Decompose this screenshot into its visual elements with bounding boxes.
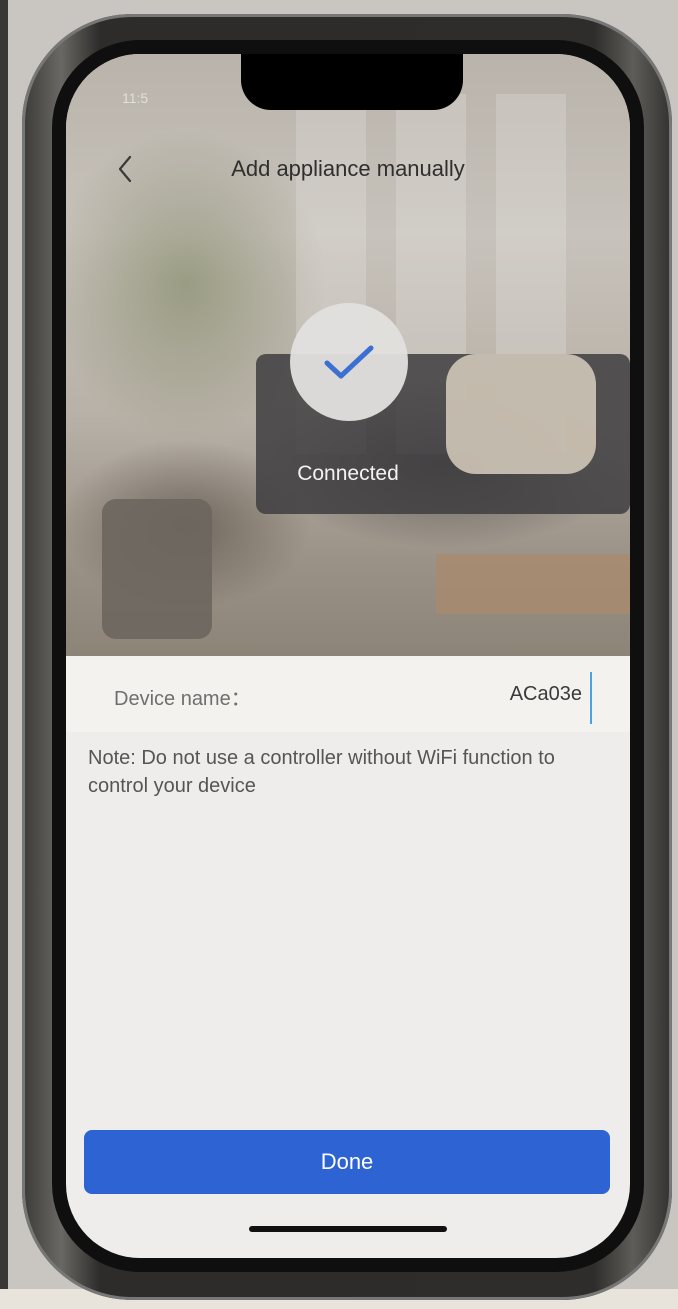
page-title: Add appliance manually (231, 156, 465, 181)
note-text: Note: Do not use a controller without Wi… (88, 747, 555, 797)
background-cushion (446, 354, 596, 474)
home-indicator[interactable] (249, 1226, 447, 1232)
text-cursor (590, 672, 592, 724)
status-time: 11:5 (122, 90, 149, 106)
phone-notch (241, 54, 463, 110)
device-name-label: Device name： (114, 688, 251, 710)
device-name-row: Device name： (66, 656, 630, 732)
connection-status: Connected (297, 462, 399, 485)
background-table (436, 554, 630, 614)
device-name-input[interactable] (402, 676, 588, 712)
checkmark-icon (324, 345, 374, 379)
done-button[interactable]: Done (84, 1130, 610, 1194)
photo-edge (0, 0, 8, 1309)
phone-screen: 11:5 Add appliance manually Connected De… (66, 54, 630, 1258)
background-plant-pot (102, 499, 212, 639)
success-badge (290, 303, 408, 421)
